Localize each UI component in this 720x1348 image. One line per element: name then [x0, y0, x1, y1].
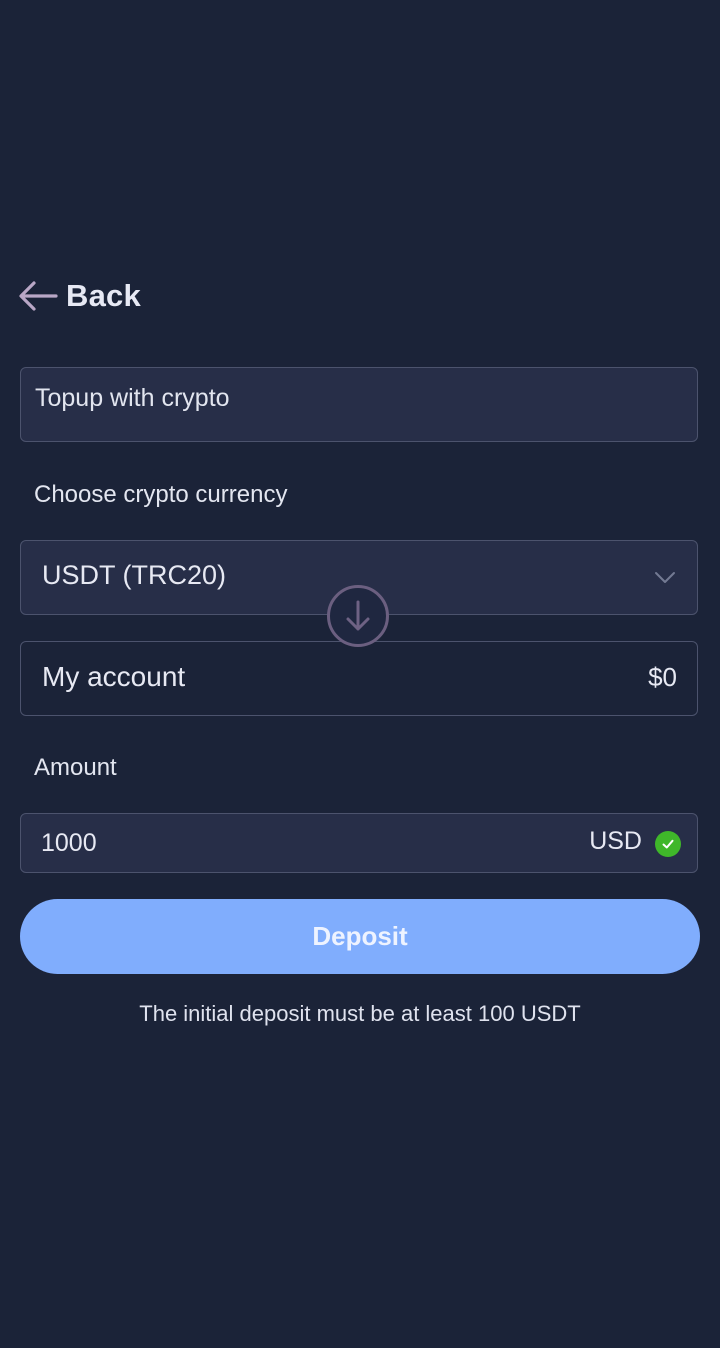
arrow-left-icon: [18, 280, 58, 312]
amount-field: USD: [20, 813, 698, 873]
account-name: My account: [42, 661, 186, 692]
amount-label: Amount: [34, 754, 117, 781]
payment-method-title: Topup with crypto: [35, 384, 230, 412]
payment-method-box: Topup with crypto: [20, 367, 698, 442]
amount-unit: USD: [589, 827, 642, 855]
minimum-deposit-note: The initial deposit must be at least 100…: [139, 1001, 581, 1026]
account-balance: $0: [648, 662, 677, 692]
arrow-down-circle-icon: [343, 599, 373, 633]
back-button[interactable]: Back: [18, 274, 141, 318]
currency-label: Choose crypto currency: [34, 481, 288, 508]
swap-direction-button[interactable]: [327, 585, 389, 647]
chevron-down-icon: [653, 568, 677, 586]
currency-selected-value: USDT (TRC20): [42, 560, 227, 590]
account-box: My account $0: [20, 641, 698, 716]
deposit-button[interactable]: Deposit: [20, 899, 700, 974]
back-label: Back: [66, 278, 141, 313]
check-circle-icon: [655, 831, 681, 857]
amount-input[interactable]: [41, 824, 521, 862]
